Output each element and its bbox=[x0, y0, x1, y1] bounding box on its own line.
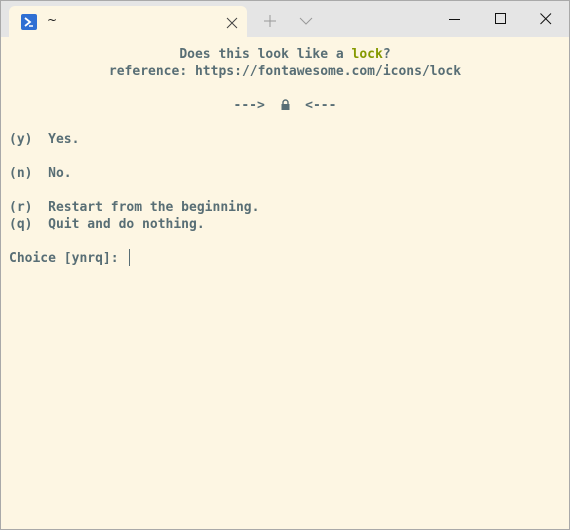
terminal-output[interactable]: Does this look like a lock? reference: h… bbox=[1, 37, 569, 529]
minimize-icon[interactable] bbox=[432, 1, 478, 37]
option-yes: (y) Yes. bbox=[9, 132, 80, 147]
question-suffix: ? bbox=[382, 47, 391, 62]
question-highlight: lock bbox=[351, 47, 383, 62]
arrow-left: ---> bbox=[233, 98, 265, 113]
option-no: (n) No. bbox=[9, 166, 72, 181]
tab-home[interactable]: ~ bbox=[9, 6, 247, 37]
title-bar: ~ bbox=[1, 1, 569, 37]
option-restart: (r) Restart from the beginning. bbox=[9, 200, 260, 215]
terminal-window: ~ Does this look like a lock? reference:… bbox=[0, 0, 570, 530]
question-line: Does this look like a lock? bbox=[1, 46, 569, 63]
reference-line: reference: https://fontawesome.com/icons… bbox=[108, 64, 462, 79]
arrow-right: <--- bbox=[305, 98, 337, 113]
close-icon[interactable] bbox=[523, 1, 569, 37]
option-quit: (q) Quit and do nothing. bbox=[9, 217, 205, 232]
close-icon[interactable] bbox=[225, 15, 239, 29]
powershell-icon bbox=[21, 14, 37, 30]
tab-title: ~ bbox=[47, 13, 58, 27]
question-prefix: Does this look like a bbox=[179, 47, 352, 62]
chevron-down-icon[interactable] bbox=[299, 13, 313, 27]
maximize-icon[interactable] bbox=[478, 1, 524, 37]
lock-icon bbox=[281, 98, 290, 110]
choice-prompt: Choice [ynrq]: bbox=[9, 251, 127, 266]
preview-line: ---> <--- bbox=[1, 97, 569, 114]
text-cursor bbox=[129, 249, 130, 266]
plus-icon[interactable] bbox=[263, 13, 277, 27]
